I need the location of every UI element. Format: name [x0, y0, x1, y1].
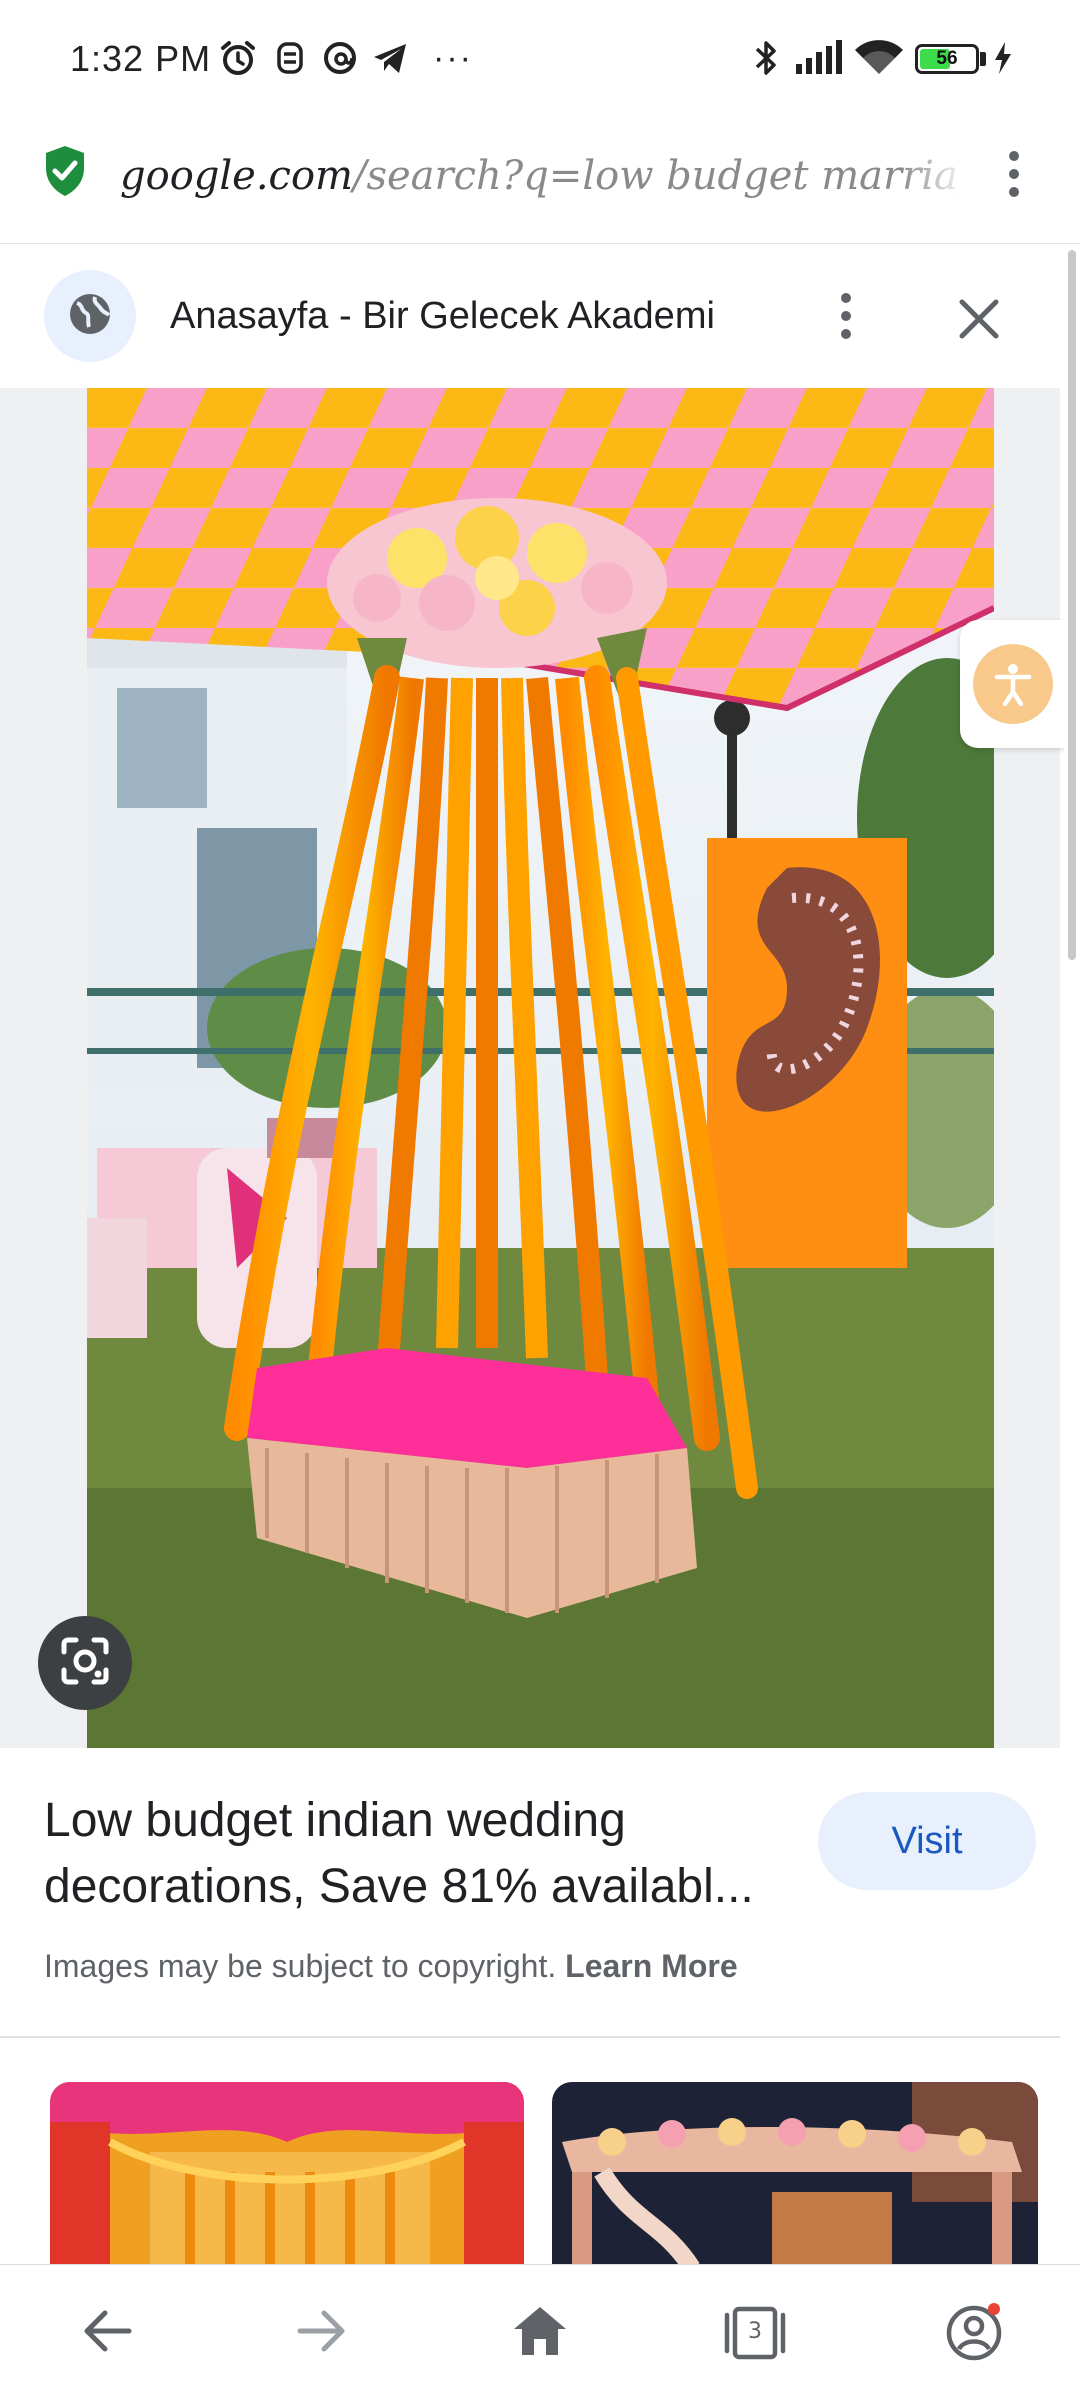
result-info: Low budget indian wedding decorations, S… [0, 1748, 1060, 2038]
battery-level-text: 56 [936, 48, 958, 69]
related-image-thumb[interactable] [552, 2082, 1038, 2268]
tabs-button[interactable]: 3 [705, 2285, 805, 2381]
more-vert-icon[interactable] [830, 286, 862, 346]
image-panel-header: Anasayfa - Bir Gelecek Akademi [0, 244, 1060, 388]
url-domain: google.com [120, 153, 353, 199]
google-lens-button[interactable] [38, 1616, 132, 1710]
account-button[interactable] [924, 2285, 1024, 2381]
threads-icon [318, 38, 362, 78]
shield-check-icon[interactable] [42, 144, 88, 198]
telegram-icon [368, 38, 412, 78]
bottom-navigation-bar: 3 [0, 2264, 1080, 2400]
alarm-icon [216, 38, 260, 78]
site-favicon [44, 270, 136, 362]
battery-tip [980, 52, 986, 66]
result-title[interactable]: Low budget indian wedding decorations, S… [44, 1788, 804, 1920]
related-image-thumb[interactable] [50, 2082, 524, 2268]
copyright-notice: Images may be subject to copyright. Lear… [44, 1944, 738, 1988]
bluetooth-icon [748, 38, 784, 78]
visit-button[interactable]: Visit [818, 1792, 1036, 1890]
accessibility-button[interactable] [960, 620, 1066, 748]
url-bar[interactable]: google.com/search?q=low budget marriage … [0, 118, 1080, 244]
learn-more-link[interactable]: Learn More [565, 1948, 737, 1984]
tab-count: 3 [748, 2319, 762, 2344]
image-preview-area [0, 388, 1060, 1748]
close-icon[interactable] [954, 294, 1004, 344]
globe-icon [67, 291, 113, 342]
more-vert-icon[interactable] [998, 144, 1030, 204]
battery-icon: 56 [915, 44, 979, 74]
forward-arrow-icon [296, 2308, 348, 2359]
status-bar: 1:32 PM ··· 56 [0, 0, 1080, 118]
signal-icon [792, 38, 844, 78]
forward-button[interactable] [272, 2285, 372, 2381]
google-lens-icon [58, 1634, 112, 1693]
app-icon [270, 38, 310, 78]
home-button[interactable] [490, 2285, 590, 2381]
tabs-icon: 3 [722, 2306, 788, 2360]
more-notifications-icon: ··· [433, 38, 473, 77]
status-time: 1:32 PM [70, 38, 212, 79]
back-arrow-icon [81, 2308, 133, 2359]
scrollbar-thumb[interactable] [1068, 250, 1076, 960]
charging-icon [990, 38, 1016, 78]
wifi-icon [852, 38, 906, 78]
copyright-text: Images may be subject to copyright. [44, 1948, 557, 1984]
section-divider [0, 2036, 1060, 2038]
accessibility-icon [973, 644, 1053, 724]
home-icon [512, 2305, 568, 2362]
panel-site-title[interactable]: Anasayfa - Bir Gelecek Akademi [170, 288, 715, 344]
account-icon [944, 2303, 1004, 2363]
wedding-decoration-image[interactable] [87, 388, 994, 1748]
back-button[interactable] [57, 2285, 157, 2381]
url-fade [900, 146, 970, 206]
url-path: /search?q=low budget marriage mo [352, 153, 960, 199]
url-text[interactable]: google.com/search?q=low budget marriage … [120, 146, 960, 206]
